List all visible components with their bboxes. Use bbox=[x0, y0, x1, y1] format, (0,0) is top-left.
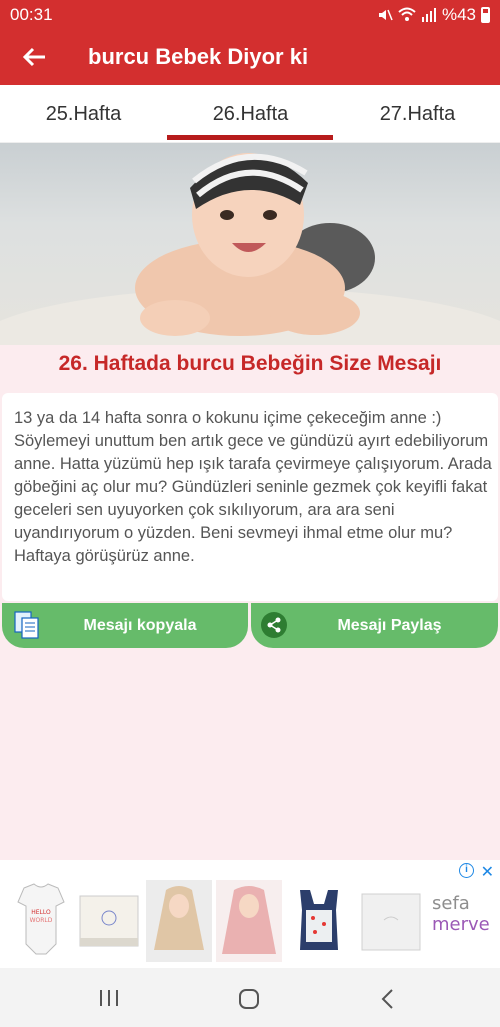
tab-week-26[interactable]: 26.Hafta bbox=[167, 103, 334, 126]
message-heading: 26. Haftada burcu Bebeğin Size Mesajı bbox=[58, 352, 442, 375]
ad-product-muslin-blanket[interactable] bbox=[358, 880, 424, 962]
brand-line-2: merve bbox=[432, 914, 490, 935]
tab-week-25[interactable]: 25.Hafta bbox=[0, 103, 167, 126]
ad-brand-logo[interactable]: sefa merve bbox=[432, 893, 500, 935]
ad-info-icon[interactable]: i bbox=[459, 863, 474, 878]
home-icon[interactable] bbox=[238, 988, 260, 1010]
ad-product-baby-carrier[interactable] bbox=[286, 880, 352, 962]
tab-week-27[interactable]: 27.Hafta bbox=[334, 103, 500, 126]
copy-message-button[interactable]: Mesajı kopyala bbox=[2, 603, 248, 648]
ad-banner[interactable]: i ✕ HELLO WORLD bbox=[0, 860, 500, 968]
ad-product-scarf-beige[interactable] bbox=[146, 880, 212, 962]
message-card: 13 ya da 14 hafta sonra o kokunu içime ç… bbox=[2, 393, 498, 601]
message-text: 13 ya da 14 hafta sonra o kokunu içime ç… bbox=[14, 409, 492, 565]
share-message-button[interactable]: Mesajı Paylaş bbox=[251, 603, 498, 648]
selected-tab-indicator bbox=[167, 135, 333, 140]
back-nav-icon[interactable] bbox=[380, 988, 396, 1010]
signal-icon bbox=[421, 8, 436, 22]
ad-close-icon[interactable]: ✕ bbox=[481, 862, 494, 882]
recent-apps-icon[interactable] bbox=[98, 988, 120, 1008]
back-arrow-icon[interactable] bbox=[20, 42, 50, 72]
svg-text:HELLO: HELLO bbox=[31, 909, 51, 916]
wifi-icon bbox=[398, 7, 416, 21]
battery-icon bbox=[481, 7, 490, 23]
status-bar: 00:31 %43 bbox=[0, 0, 500, 30]
ad-product-romper[interactable]: HELLO WORLD bbox=[8, 880, 74, 962]
share-button-label: Mesajı Paylaş bbox=[337, 617, 442, 634]
battery-percent: %43 bbox=[441, 5, 476, 24]
mute-icon bbox=[378, 9, 393, 21]
system-nav-bar bbox=[0, 968, 500, 1027]
brand-line-1: sefa bbox=[432, 893, 470, 914]
ad-product-blanket[interactable] bbox=[76, 880, 142, 962]
baby-photo bbox=[0, 143, 500, 345]
app-bar: burcu Bebek Diyor ki bbox=[0, 30, 500, 85]
copy-button-label: Mesajı kopyala bbox=[83, 617, 197, 634]
app-title: burcu Bebek Diyor ki bbox=[88, 44, 309, 69]
status-icons: %43 bbox=[377, 5, 490, 25]
svg-text:WORLD: WORLD bbox=[30, 917, 53, 924]
status-time: 00:31 bbox=[10, 5, 53, 24]
ad-product-scarf-pink[interactable] bbox=[216, 880, 282, 962]
